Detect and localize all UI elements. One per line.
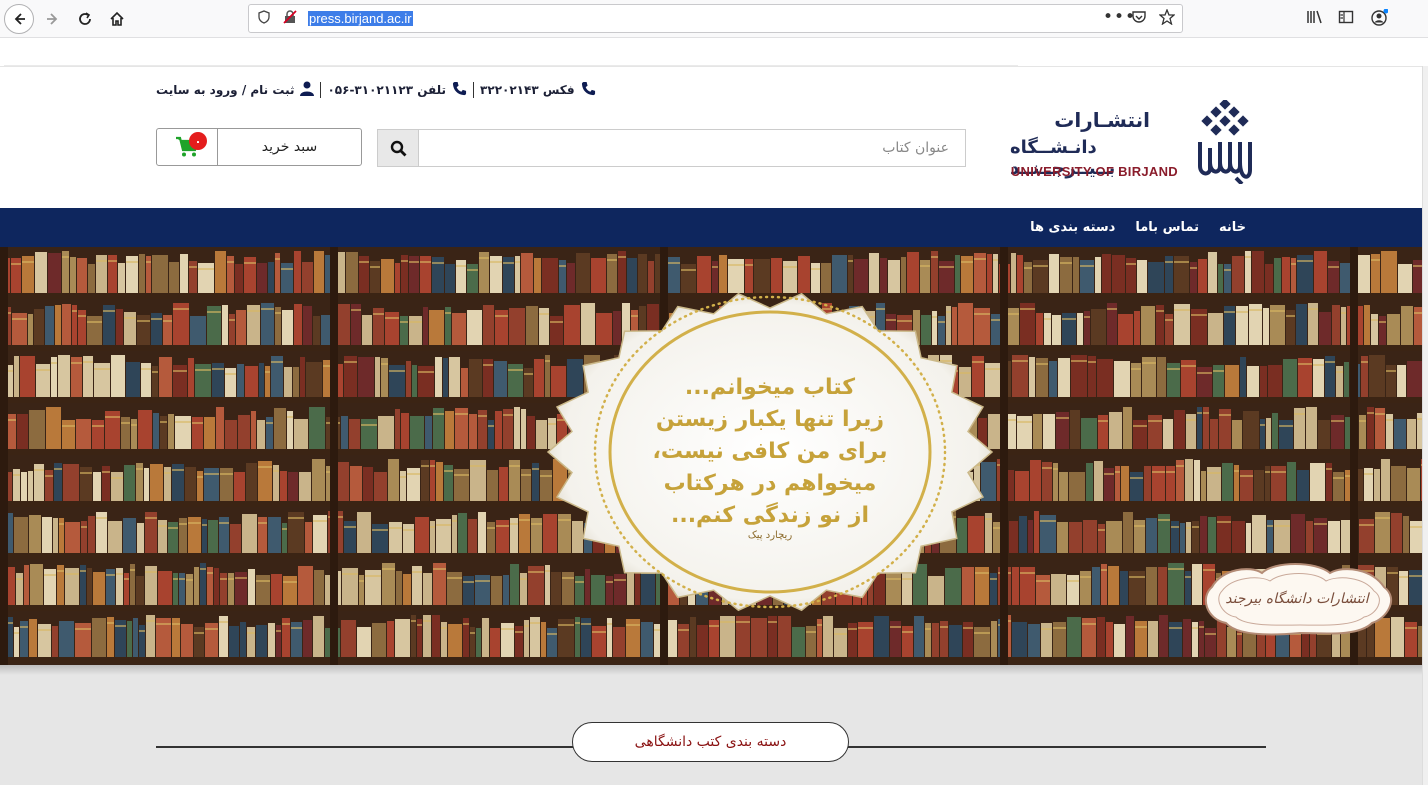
phone-icon bbox=[452, 81, 467, 100]
library-icon[interactable] bbox=[1306, 9, 1324, 29]
nav-menu: خانه تماس باما دسته بندی ها bbox=[1030, 208, 1246, 247]
search-input[interactable] bbox=[419, 130, 965, 166]
cart-icon-box[interactable]: ۰ bbox=[157, 129, 218, 165]
contact-bar: ثبت نام / ورود به سایت ۰۵۶-۳۱۰۲۱۱۲۳ تلفن… bbox=[156, 80, 596, 100]
separator bbox=[320, 82, 322, 98]
phone-icon bbox=[581, 81, 596, 100]
phone-item: ۰۵۶-۳۱۰۲۱۱۲۳ تلفن bbox=[327, 81, 467, 100]
search-icon bbox=[390, 140, 406, 156]
cart-button[interactable]: ۰ سبد خرید bbox=[156, 128, 362, 166]
fax-item: فکس ۳۲۲۰۲۱۴۳ bbox=[480, 81, 596, 100]
logo-text: انتشـارات bbox=[1054, 108, 1150, 132]
account-text[interactable]: ثبت نام / ورود به سایت bbox=[156, 83, 294, 97]
insecure-lock-icon[interactable] bbox=[283, 10, 297, 28]
quote-line: زیرا تنها یکبار زیستن bbox=[655, 407, 885, 432]
browser-toolbar: press.birjand.ac.ir ••• bbox=[0, 0, 1428, 38]
cart-count-badge: ۰ bbox=[189, 132, 207, 150]
site-logo[interactable]: انتشـارات دانـشــگاه بــیــرجــنــد UNIV… bbox=[1010, 100, 1260, 190]
quote-line: میخواهم در هرکتاب bbox=[663, 471, 877, 496]
banner-shadow bbox=[0, 665, 1422, 675]
account-icon[interactable] bbox=[1370, 8, 1389, 31]
bookmarks-strip bbox=[4, 40, 1018, 66]
sidebar-icon[interactable] bbox=[1338, 9, 1354, 29]
info-icon[interactable] bbox=[257, 10, 271, 28]
page-scrollbar[interactable] bbox=[1422, 66, 1428, 785]
cart-label[interactable]: سبد خرید bbox=[218, 129, 361, 165]
search-button[interactable] bbox=[378, 130, 419, 166]
address-bar[interactable]: press.birjand.ac.ir ••• bbox=[248, 4, 1183, 33]
user-icon bbox=[300, 81, 315, 100]
back-arrow-icon[interactable] bbox=[4, 4, 34, 34]
main-navbar: خانه تماس باما دسته بندی ها bbox=[0, 208, 1422, 247]
star-icon[interactable] bbox=[1158, 8, 1176, 29]
phone-text: ۰۵۶-۳۱۰۲۱۱۲۳ تلفن bbox=[327, 83, 447, 97]
reload-icon[interactable] bbox=[70, 4, 100, 34]
separator bbox=[473, 82, 475, 98]
nav-item-home[interactable]: خانه bbox=[1219, 220, 1246, 235]
account-link[interactable]: ثبت نام / ورود به سایت bbox=[156, 81, 315, 100]
quote-line: کتاب میخوانم... bbox=[684, 375, 856, 400]
nav-item-categories[interactable]: دسته بندی ها bbox=[1030, 220, 1115, 235]
quote-line: برای من کافی نیست، bbox=[652, 439, 888, 464]
university-emblem-icon bbox=[1198, 100, 1252, 184]
quote-line: از نو زندگی کنم... bbox=[670, 503, 870, 528]
logo-text-english: UNIVERSITY OF BIRJAND bbox=[1010, 164, 1178, 179]
hero-banner[interactable]: کتاب میخوانم... زیرا تنها یکبار زیستن بر… bbox=[0, 247, 1422, 665]
forward-arrow-icon[interactable] bbox=[38, 4, 68, 34]
home-icon[interactable] bbox=[102, 4, 132, 34]
search-bar bbox=[377, 129, 966, 167]
fax-text: فکس ۳۲۲۰۲۱۴۳ bbox=[480, 83, 575, 97]
pocket-icon[interactable] bbox=[1131, 9, 1147, 29]
section-title: دسته بندی کتب دانشگاهی bbox=[572, 722, 849, 762]
quote-author: ریچارد پیک bbox=[747, 530, 793, 541]
url-text[interactable]: press.birjand.ac.ir bbox=[308, 11, 413, 26]
press-stamp-text: انتشارات دانشگاه بیرجند bbox=[1225, 591, 1369, 607]
nav-item-contact[interactable]: تماس باما bbox=[1135, 220, 1199, 235]
